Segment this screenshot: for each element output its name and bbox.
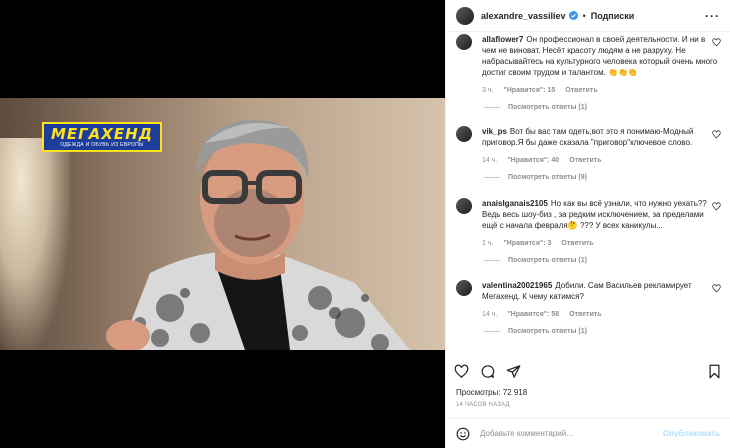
verified-badge-icon: [568, 11, 578, 20]
reply-button[interactable]: Ответить: [569, 311, 601, 318]
comment-item: valentina20021965 Добили. Сам Васильев ре…: [456, 280, 721, 335]
following-button[interactable]: Подписки: [591, 11, 635, 21]
post-header: alexandre_vassiliev • Подписки ···: [446, 0, 730, 32]
comment-text: Вот бы вас там одеть,вот это я понимаю-М…: [482, 127, 694, 147]
comment-input[interactable]: [480, 429, 663, 438]
commenter-avatar[interactable]: [456, 198, 472, 214]
replies-line: [484, 331, 500, 332]
reply-button[interactable]: Ответить: [569, 157, 601, 164]
like-icon[interactable]: [454, 364, 469, 379]
commenter-avatar[interactable]: [456, 126, 472, 142]
view-replies-button[interactable]: Посмотреть ответы (9): [484, 174, 721, 181]
view-replies-button[interactable]: Посмотреть ответы (1): [484, 257, 721, 264]
comment-meta: 14 ч. "Нравится": 40 Ответить: [482, 157, 721, 164]
comments-panel: alexandre_vassiliev • Подписки ··· allaf…: [445, 0, 730, 448]
like-heart-icon[interactable]: [712, 38, 721, 47]
share-icon[interactable]: [506, 364, 521, 379]
comment-body: allaflower7 Он профессионал в своей деяте…: [482, 34, 721, 78]
comment-time[interactable]: 14 ч.: [482, 157, 497, 164]
megahand-logo: МЕГАХЕНД ОДЕЖДА И ОБУВЬ ИЗ ЕВРОПЫ: [42, 122, 162, 152]
comment-item: allaflower7 Он профессионал в своей деяте…: [456, 34, 721, 111]
comment-body: anaislganais2105 Но как вы всё узнали, чт…: [482, 198, 721, 231]
emoji-icon[interactable]: [456, 427, 470, 441]
commenter-avatar[interactable]: [456, 280, 472, 296]
like-heart-icon[interactable]: [712, 202, 721, 211]
comment-username[interactable]: anaislganais2105: [482, 199, 548, 208]
view-replies-label: Посмотреть ответы (1): [508, 257, 587, 264]
media-panel: МЕГАХЕНД ОДЕЖДА И ОБУВЬ ИЗ ЕВРОПЫ: [0, 0, 445, 448]
replies-line: [484, 260, 500, 261]
author-avatar[interactable]: [456, 6, 474, 25]
view-replies-button[interactable]: Посмотреть ответы (1): [484, 104, 721, 111]
comment-icon[interactable]: [480, 364, 495, 379]
replies-line: [484, 107, 500, 108]
bookmark-icon[interactable]: [707, 364, 722, 379]
comment-meta: 14 ч. "Нравится": 58 Ответить: [482, 311, 721, 318]
replies-line: [484, 177, 500, 178]
comment-username[interactable]: vik_ps: [482, 127, 507, 136]
publish-button[interactable]: Опубликовать: [663, 429, 720, 438]
comment-body: valentina20021965 Добили. Сам Васильев ре…: [482, 280, 721, 302]
video-player[interactable]: МЕГАХЕНД ОДЕЖДА И ОБУВЬ ИЗ ЕВРОПЫ: [0, 98, 445, 350]
post-timestamp[interactable]: 14 ЧАСОВ НАЗАД: [456, 402, 510, 408]
logo-text: МЕГАХЕНД: [50, 124, 154, 143]
author-username[interactable]: alexandre_vassiliev: [481, 11, 566, 21]
comment-likes[interactable]: "Нравится": 58: [507, 311, 559, 318]
view-replies-label: Посмотреть ответы (1): [508, 104, 587, 111]
comment-time[interactable]: 3 ч.: [482, 87, 493, 94]
comment-body: vik_ps Вот бы вас там одеть,вот это я пон…: [482, 126, 721, 148]
comment-meta: 1 ч. "Нравится": 3 Ответить: [482, 240, 721, 247]
commenter-avatar[interactable]: [456, 34, 472, 50]
comment-time[interactable]: 1 ч.: [482, 240, 493, 247]
comment-item: anaislganais2105 Но как вы всё узнали, чт…: [456, 198, 721, 264]
comment-username[interactable]: allaflower7: [482, 35, 523, 44]
comment-item: vik_ps Вот бы вас там одеть,вот это я пон…: [456, 126, 721, 181]
post-actions-bar: [454, 360, 722, 382]
comment-likes[interactable]: "Нравится": 3: [503, 240, 551, 247]
view-replies-label: Посмотреть ответы (9): [508, 174, 587, 181]
views-count: Просмотры: 72 918: [456, 388, 528, 397]
reply-button[interactable]: Ответить: [561, 240, 593, 247]
comments-list: allaflower7 Он профессионал в своей деяте…: [446, 32, 730, 354]
comment-time[interactable]: 14 ч.: [482, 311, 497, 318]
like-heart-icon[interactable]: [712, 130, 721, 139]
more-options-icon[interactable]: ···: [705, 9, 720, 23]
view-replies-button[interactable]: Посмотреть ответы (1): [484, 328, 721, 335]
like-heart-icon[interactable]: [712, 284, 721, 293]
separator-dot: •: [582, 10, 586, 21]
comment-meta: 3 ч. "Нравится": 15 Ответить: [482, 87, 721, 94]
comment-username[interactable]: valentina20021965: [482, 281, 552, 290]
view-replies-label: Посмотреть ответы (1): [508, 328, 587, 335]
logo-subtext: ОДЕЖДА И ОБУВЬ ИЗ ЕВРОПЫ: [60, 141, 144, 148]
comment-likes[interactable]: "Нравится": 40: [507, 157, 559, 164]
add-comment-bar: Опубликовать: [446, 418, 730, 448]
comment-likes[interactable]: "Нравится": 15: [503, 87, 555, 94]
reply-button[interactable]: Ответить: [565, 87, 597, 94]
